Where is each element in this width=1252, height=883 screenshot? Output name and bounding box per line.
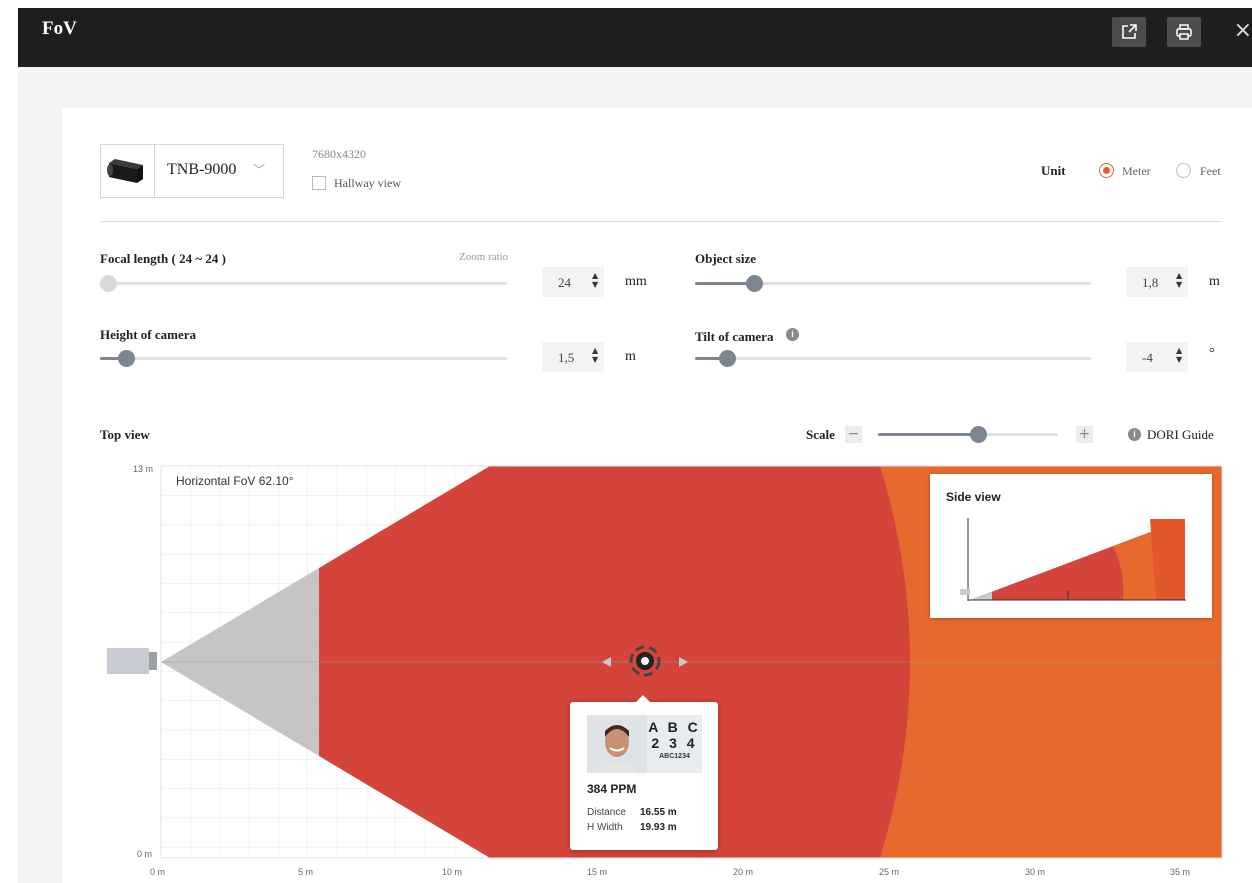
face-sample-image <box>587 715 647 773</box>
x-tick: 10 m <box>442 867 462 877</box>
license-plate-sample: A B C 2 3 4 ABC1234 <box>647 715 702 773</box>
hwidth-value: 19.93 m <box>640 822 677 833</box>
horizontal-fov-label: Horizontal FoV 62.10° <box>176 474 294 488</box>
target-info-tooltip: A B C 2 3 4 ABC1234 384 PPM Distance 16.… <box>570 695 718 850</box>
side-view-diagram <box>960 518 1186 601</box>
y-tick-0: 0 m <box>137 849 152 859</box>
side-view-panel: Side view <box>930 474 1212 618</box>
distance-value: 16.55 m <box>640 807 677 818</box>
plate-line2: 2 3 4 <box>651 735 698 751</box>
x-tick: 20 m <box>733 867 753 877</box>
x-tick: 15 m <box>587 867 607 877</box>
y-tick-13: 13 m <box>133 464 153 474</box>
x-tick: 30 m <box>1025 867 1045 877</box>
hwidth-label: H Width <box>587 822 623 833</box>
x-tick: 35 m <box>1170 867 1190 877</box>
ppm-value: 384 PPM <box>587 782 637 796</box>
camera-marker <box>107 648 157 674</box>
plate-line1: A B C <box>648 719 701 735</box>
plate-line3: ABC1234 <box>659 753 690 760</box>
x-tick: 5 m <box>298 867 313 877</box>
x-tick: 25 m <box>879 867 899 877</box>
x-tick: 0 m <box>150 867 165 877</box>
distance-label: Distance <box>587 807 626 818</box>
